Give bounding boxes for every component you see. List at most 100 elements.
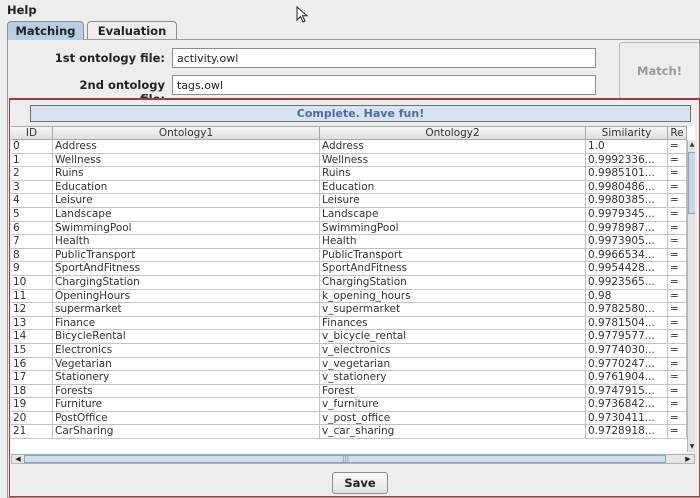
- cell-similarity[interactable]: 0.9781504...: [586, 316, 668, 331]
- cell-similarity[interactable]: 0.9979345...: [586, 207, 668, 222]
- second-ontology-input[interactable]: [172, 75, 596, 95]
- cell-id[interactable]: 17: [11, 371, 53, 385]
- cell-similarity[interactable]: 0.9782580...: [586, 303, 668, 317]
- cell-relation[interactable]: =: [668, 248, 687, 263]
- cell-ontology1[interactable]: Furniture: [53, 398, 320, 412]
- cell-ontology1[interactable]: PublicTransport: [53, 248, 320, 263]
- cell-ontology2[interactable]: v_electronics: [320, 343, 586, 358]
- table-row[interactable]: 21 CarSharing v_car_sharing 0.9728918... =: [11, 425, 687, 440]
- cell-ontology1[interactable]: Leisure: [53, 194, 320, 208]
- cell-similarity[interactable]: 0.9779577...: [586, 330, 668, 344]
- save-button[interactable]: Save: [332, 472, 388, 494]
- cell-ontology1[interactable]: Finance: [53, 316, 320, 331]
- arrow-up-icon[interactable]: ▲: [688, 140, 695, 150]
- cell-id[interactable]: 14: [11, 330, 53, 344]
- cell-ontology1[interactable]: Health: [53, 235, 320, 249]
- cell-relation[interactable]: =: [668, 371, 687, 385]
- table-row[interactable]: 1 Wellness Wellness 0.9992336... =: [11, 153, 687, 168]
- cell-relation[interactable]: =: [668, 384, 687, 399]
- table-row[interactable]: 13 Finance Finances 0.9781504... =: [11, 316, 687, 331]
- cell-relation[interactable]: =: [668, 153, 687, 168]
- cell-similarity[interactable]: 1.0: [586, 140, 668, 154]
- cell-id[interactable]: 6: [11, 221, 53, 236]
- table-row[interactable]: 15 Electronics v_electronics 0.9774030... =: [11, 343, 687, 358]
- cell-ontology2[interactable]: v_furniture: [320, 398, 586, 412]
- table-row[interactable]: 6 SwimmingPool SwimmingPool 0.9978987... =: [11, 221, 687, 236]
- cell-id[interactable]: 1: [11, 153, 53, 168]
- column-header-ontology1[interactable]: Ontology1: [53, 126, 320, 140]
- cell-similarity[interactable]: 0.9774030...: [586, 343, 668, 358]
- cell-id[interactable]: 8: [11, 248, 53, 263]
- cell-id[interactable]: 3: [11, 180, 53, 195]
- vertical-scroll-thumb[interactable]: [688, 152, 695, 214]
- table-row[interactable]: 14 BicycleRental v_bicycle_rental 0.9779577…: [11, 330, 687, 344]
- cell-relation[interactable]: =: [668, 167, 687, 181]
- cell-ontology1[interactable]: Vegetarian: [53, 357, 320, 372]
- table-row[interactable]: 17 Stationery v_stationery 0.9761904... =: [11, 371, 687, 385]
- cell-similarity[interactable]: 0.9966534...: [586, 248, 668, 263]
- cell-relation[interactable]: =: [668, 262, 687, 276]
- cell-id[interactable]: 16: [11, 357, 53, 372]
- cell-relation[interactable]: =: [668, 357, 687, 372]
- cell-similarity[interactable]: 0.9761904...: [586, 371, 668, 385]
- cell-relation[interactable]: =: [668, 425, 687, 440]
- cell-id[interactable]: 20: [11, 411, 53, 426]
- table-row[interactable]: 10 ChargingStation ChargingStation 0.992356…: [11, 275, 687, 290]
- cell-relation[interactable]: =: [668, 235, 687, 249]
- cell-similarity[interactable]: 0.9992336...: [586, 153, 668, 168]
- column-header-similarity[interactable]: Similarity: [586, 126, 668, 140]
- cell-id[interactable]: 18: [11, 384, 53, 399]
- cell-ontology1[interactable]: Landscape: [53, 207, 320, 222]
- match-button[interactable]: Match!: [619, 42, 700, 99]
- cell-ontology2[interactable]: Wellness: [320, 153, 586, 168]
- cell-relation[interactable]: =: [668, 303, 687, 317]
- cell-id[interactable]: 7: [11, 235, 53, 249]
- cell-ontology1[interactable]: Ruins: [53, 167, 320, 181]
- cell-id[interactable]: 2: [11, 167, 53, 181]
- cell-id[interactable]: 0: [11, 140, 53, 154]
- table-row[interactable]: 18 Forests Forest 0.9747915... =: [11, 384, 687, 399]
- horizontal-scroll-thumb[interactable]: |||: [24, 455, 666, 463]
- cell-ontology1[interactable]: PostOffice: [53, 411, 320, 426]
- cell-ontology2[interactable]: v_post_office: [320, 411, 586, 426]
- cell-similarity[interactable]: 0.9923565...: [586, 275, 668, 290]
- tab-evaluation[interactable]: Evaluation: [87, 21, 177, 40]
- cell-ontology2[interactable]: Finances: [320, 316, 586, 331]
- cell-relation[interactable]: =: [668, 330, 687, 344]
- cell-relation[interactable]: =: [668, 316, 687, 331]
- cell-id[interactable]: 19: [11, 398, 53, 412]
- cell-ontology1[interactable]: Electronics: [53, 343, 320, 358]
- cell-relation[interactable]: =: [668, 289, 687, 304]
- cell-id[interactable]: 13: [11, 316, 53, 331]
- cell-ontology1[interactable]: Address: [53, 140, 320, 154]
- cell-ontology2[interactable]: Leisure: [320, 194, 586, 208]
- cell-ontology2[interactable]: SwimmingPool: [320, 221, 586, 236]
- cell-similarity[interactable]: 0.9985101...: [586, 167, 668, 181]
- cell-ontology2[interactable]: v_vegetarian: [320, 357, 586, 372]
- cell-id[interactable]: 10: [11, 275, 53, 290]
- cell-similarity[interactable]: 0.9980385...: [586, 194, 668, 208]
- cell-similarity[interactable]: 0.9980486...: [586, 180, 668, 195]
- tab-matching[interactable]: Matching: [7, 21, 84, 40]
- cell-id[interactable]: 4: [11, 194, 53, 208]
- cell-id[interactable]: 12: [11, 303, 53, 317]
- table-row[interactable]: 20 PostOffice v_post_office 0.9730411... =: [11, 411, 687, 426]
- cell-relation[interactable]: =: [668, 411, 687, 426]
- cell-similarity[interactable]: 0.9973905...: [586, 235, 668, 249]
- cell-ontology2[interactable]: v_supermarket: [320, 303, 586, 317]
- cell-similarity[interactable]: 0.9728918...: [586, 425, 668, 440]
- table-row[interactable]: 7 Health Health 0.9973905... =: [11, 235, 687, 249]
- cell-id[interactable]: 11: [11, 289, 53, 304]
- cell-id[interactable]: 5: [11, 207, 53, 222]
- column-header-ontology2[interactable]: Ontology2: [320, 126, 586, 140]
- cell-ontology2[interactable]: k_opening_hours: [320, 289, 586, 304]
- cell-id[interactable]: 15: [11, 343, 53, 358]
- menu-help[interactable]: Help: [7, 3, 37, 17]
- cell-ontology2[interactable]: v_car_sharing: [320, 425, 586, 440]
- cell-ontology1[interactable]: SwimmingPool: [53, 221, 320, 236]
- cell-ontology2[interactable]: Landscape: [320, 207, 586, 222]
- table-row[interactable]: 11 OpeningHours k_opening_hours 0.98 =: [11, 289, 687, 304]
- cell-ontology1[interactable]: Stationery: [53, 371, 320, 385]
- cell-ontology1[interactable]: supermarket: [53, 303, 320, 317]
- cell-similarity[interactable]: 0.9978987...: [586, 221, 668, 236]
